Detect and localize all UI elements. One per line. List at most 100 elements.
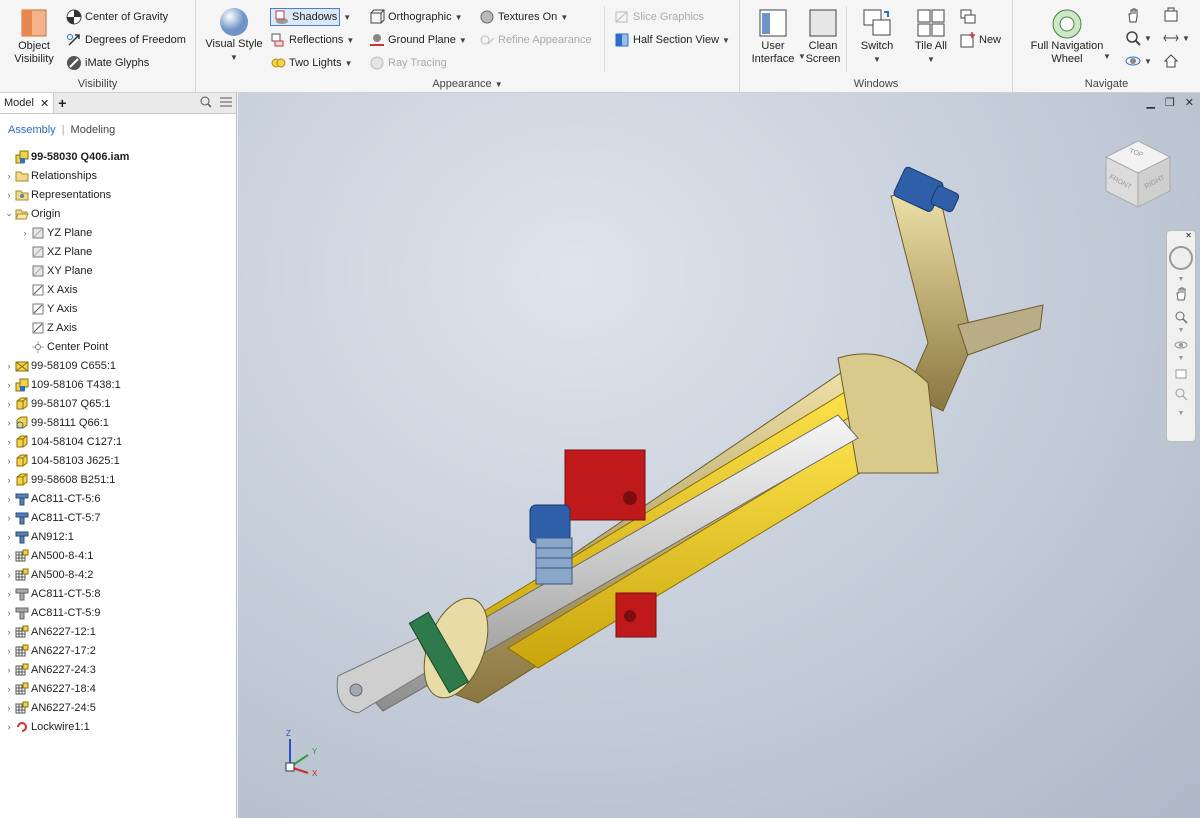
collapsed-chevron-icon[interactable]: ›	[4, 589, 14, 599]
close-icon[interactable]: ✕	[40, 97, 49, 110]
steering-wheel-icon[interactable]	[1169, 246, 1193, 270]
tree-node[interactable]: Z Axis	[0, 318, 236, 337]
tree-node[interactable]: › 104-58104 C127:1	[0, 432, 236, 451]
tree-node[interactable]: › AN6227-12:1	[0, 622, 236, 641]
view-cube[interactable]: TOP FRONT RIGHT	[1102, 137, 1174, 209]
half-section-view-button[interactable]: Half Section View ▼	[614, 30, 730, 50]
add-tab-button[interactable]: +	[54, 95, 70, 111]
textures-dropdown-icon[interactable]: ▼	[560, 13, 568, 22]
tree-node[interactable]: › AN500-8-4:2	[0, 565, 236, 584]
orbit-dropdown-icon[interactable]: ▼	[1144, 57, 1152, 66]
tree-node[interactable]: › 99-58109 C655:1	[0, 356, 236, 375]
tree-node[interactable]: › AN912:1	[0, 527, 236, 546]
collapsed-chevron-icon[interactable]: ›	[4, 551, 14, 561]
tree-node[interactable]: › Representations	[0, 185, 236, 204]
collapsed-chevron-icon[interactable]: ›	[4, 418, 14, 428]
cascade-button[interactable]	[960, 7, 976, 27]
collapsed-chevron-icon[interactable]: ›	[4, 513, 14, 523]
tree-node[interactable]: › AC811-CT-5:7	[0, 508, 236, 527]
subtab-assembly[interactable]: Assembly	[8, 124, 56, 136]
textures-on-button[interactable]: Textures On ▼	[479, 7, 568, 27]
subtab-modeling[interactable]: Modeling	[71, 124, 116, 136]
tree-node[interactable]: X Axis	[0, 280, 236, 299]
degrees-of-freedom-button[interactable]: Degrees of Freedom	[66, 30, 186, 50]
zoom-all-dropdown-icon[interactable]: ▼	[1182, 34, 1190, 43]
tree-node[interactable]: › 99-58111 Q66:1	[0, 413, 236, 432]
tree-node[interactable]: › AC811-CT-5:9	[0, 603, 236, 622]
collapsed-chevron-icon[interactable]: ›	[4, 627, 14, 637]
tree-node[interactable]: ⌄ Origin	[0, 204, 236, 223]
two-lights-button[interactable]: Two Lights ▼	[270, 53, 353, 73]
collapsed-chevron-icon[interactable]: ›	[4, 494, 14, 504]
collapsed-chevron-icon[interactable]: ›	[4, 399, 14, 409]
imate-glyphs-button[interactable]: iMate Glyphs	[66, 53, 149, 73]
navbar-close-icon[interactable]: ✕	[1167, 231, 1195, 240]
collapsed-chevron-icon[interactable]: ›	[4, 608, 14, 618]
shadows-button[interactable]: Shadows ▼	[270, 7, 351, 27]
look-at-button[interactable]	[1163, 5, 1179, 25]
collapsed-chevron-icon[interactable]: ›	[4, 722, 14, 732]
navbar-zoom-window-icon[interactable]	[1167, 387, 1195, 404]
tree-node[interactable]: › Lockwire1:1	[0, 717, 236, 736]
reflections-dropdown-icon[interactable]: ▼	[346, 36, 354, 45]
visual-style-button[interactable]: Visual Style ▼	[202, 6, 266, 64]
reflections-button[interactable]: Reflections ▼	[270, 30, 354, 50]
tree-node[interactable]: › AN500-8-4:1	[0, 546, 236, 565]
slice-graphics-button[interactable]: Slice Graphics	[614, 7, 704, 27]
collapsed-chevron-icon[interactable]: ›	[4, 380, 14, 390]
navbar-customize-icon[interactable]: ▼	[1167, 410, 1195, 417]
tree-node[interactable]: › AN6227-17:2	[0, 641, 236, 660]
navbar-look-at-icon[interactable]	[1167, 366, 1195, 383]
collapsed-chevron-icon[interactable]: ›	[4, 361, 14, 371]
full-navigation-wheel-button[interactable]: Full Navigation Wheel	[1019, 8, 1115, 66]
user-interface-button[interactable]: User Interface	[748, 8, 798, 66]
tree-node[interactable]: › 99-58107 Q65:1	[0, 394, 236, 413]
orbit-button[interactable]: ▼	[1125, 51, 1152, 71]
tree-node[interactable]: Center Point	[0, 337, 236, 356]
appearance-group-label[interactable]: Appearance ▼	[196, 78, 739, 90]
new-window-button[interactable]: New	[960, 30, 1001, 50]
tab-model[interactable]: Model ✕	[0, 93, 55, 113]
ground-plane-button[interactable]: Ground Plane ▼	[369, 30, 467, 50]
navbar-orbit-icon[interactable]	[1167, 338, 1195, 355]
navbar-zoom-dropdown-icon[interactable]: ▼	[1167, 327, 1195, 334]
collapsed-chevron-icon[interactable]: ›	[4, 570, 14, 580]
browser-menu-button[interactable]	[216, 97, 236, 110]
tree-node[interactable]: › AC811-CT-5:6	[0, 489, 236, 508]
zoom-all-button[interactable]: ▼	[1163, 28, 1190, 48]
ground-plane-dropdown-icon[interactable]: ▼	[459, 36, 467, 45]
refine-appearance-button[interactable]: Refine Appearance	[479, 30, 592, 50]
ray-tracing-button[interactable]: Ray Tracing	[369, 53, 447, 73]
tree-node[interactable]: › 109-58106 T438:1	[0, 375, 236, 394]
tree-node[interactable]: › YZ Plane	[0, 223, 236, 242]
graphics-viewport[interactable]: ▁ ❐ ✕ TOP FRONT RIGHT ✕ ▼ ▼ ▼ ▼ Z Y X	[238, 93, 1200, 818]
collapsed-chevron-icon[interactable]: ›	[4, 171, 14, 181]
shadows-dropdown-icon[interactable]: ▼	[343, 13, 351, 22]
tile-all-button[interactable]: Tile All ▼	[906, 8, 956, 66]
expanded-chevron-icon[interactable]: ⌄	[4, 208, 14, 219]
tree-node[interactable]: › AN6227-18:4	[0, 679, 236, 698]
browser-search-button[interactable]	[196, 96, 216, 111]
half-section-dropdown-icon[interactable]: ▼	[722, 36, 730, 45]
center-of-gravity-button[interactable]: Center of Gravity	[66, 7, 168, 27]
tree-node[interactable]: XY Plane	[0, 261, 236, 280]
collapsed-chevron-icon[interactable]: ›	[4, 684, 14, 694]
orthographic-dropdown-icon[interactable]: ▼	[455, 13, 463, 22]
tree-node[interactable]: › 104-58103 J625:1	[0, 451, 236, 470]
tree-node[interactable]: › 99-58608 B251:1	[0, 470, 236, 489]
tree-node[interactable]: › AC811-CT-5:8	[0, 584, 236, 603]
clean-screen-button[interactable]: Clean Screen	[802, 8, 844, 66]
zoom-dropdown-icon[interactable]: ▼	[1144, 34, 1152, 43]
tree-node[interactable]: › AN6227-24:3	[0, 660, 236, 679]
assembly-model[interactable]	[238, 93, 1200, 818]
collapsed-chevron-icon[interactable]: ›	[20, 228, 30, 238]
collapsed-chevron-icon[interactable]: ›	[4, 190, 14, 200]
object-visibility-button[interactable]: Object Visibility	[6, 8, 62, 66]
tree-node[interactable]: Y Axis	[0, 299, 236, 318]
collapsed-chevron-icon[interactable]: ›	[4, 665, 14, 675]
collapsed-chevron-icon[interactable]: ›	[4, 646, 14, 656]
home-view-button[interactable]	[1163, 51, 1179, 71]
tree-node[interactable]: 99-58030 Q406.iam	[0, 147, 236, 166]
two-lights-dropdown-icon[interactable]: ▼	[345, 59, 353, 68]
collapsed-chevron-icon[interactable]: ›	[4, 456, 14, 466]
